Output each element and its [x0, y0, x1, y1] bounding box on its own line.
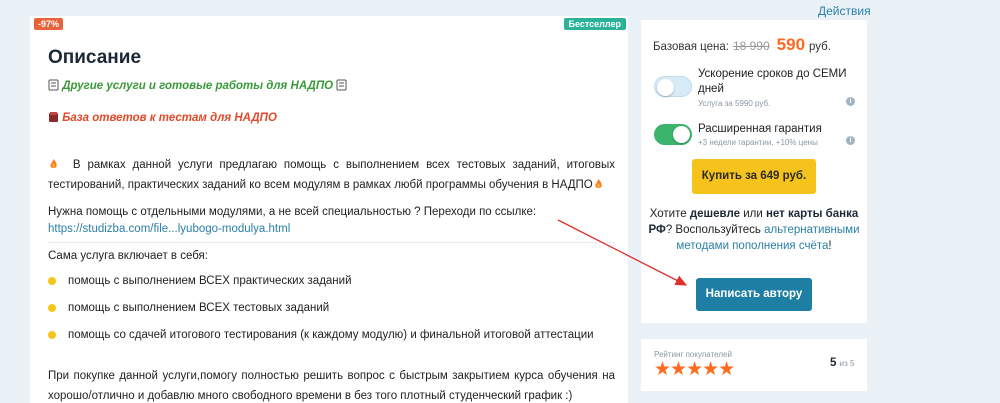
star-rating-icon: ★★★★★ [654, 359, 735, 380]
help-bold-cheaper: дешевле [689, 208, 740, 220]
fire-icon [595, 179, 602, 188]
bestseller-badge: Бестселлер [563, 18, 626, 30]
fire-icon [50, 159, 57, 168]
modules-prompt: Нужна помощь с отдельными модулями, а не… [48, 206, 537, 218]
warranty-sub: +3 недели гарантии, +10% цены [698, 138, 818, 147]
list-item: помощь с выполнением ВСЕХ тестовых задан… [48, 302, 329, 314]
help-text-part: ! [828, 240, 832, 252]
old-price: 18 990 [732, 39, 770, 53]
includes-heading: Сама услуга включает в себя: [48, 250, 208, 262]
answers-link[interactable]: База ответов к тестам для НАДПО [62, 112, 277, 124]
help-text-part: Хотите [649, 208, 690, 220]
rating-card: Рейтинг покупателей ★★★★★ 5 из 5 [641, 339, 867, 391]
speedup-label: Ускорение сроков до СЕМИ дней [698, 68, 847, 95]
answers-row[interactable]: База ответов к тестам для НАДПО [48, 110, 277, 126]
list-item: помощь с выполнением ВСЕХ практических з… [48, 275, 352, 287]
toggle-knob [657, 79, 674, 96]
list-item: помощь со сдачей итогового тестирования … [48, 329, 594, 341]
intro-sentence: В рамках данной услуги предлагаю помощь … [48, 159, 615, 191]
discount-badge: -97% [34, 18, 64, 30]
warranty-label: Расширенная гарантия [698, 123, 822, 135]
closing-text: При покупке данной услуги,помогу полност… [48, 370, 615, 402]
info-icon[interactable]: i [846, 97, 855, 106]
speedup-toggle[interactable] [654, 76, 692, 97]
modules-url-link[interactable]: https://studizba.com/file...lyubogo-modu… [48, 221, 615, 238]
bullet-dot [48, 304, 56, 312]
rating-score: 5 из 5 [830, 357, 854, 369]
divider [48, 242, 615, 243]
new-price: 590 [776, 35, 806, 54]
list-item-text: помощь с выполнением ВСЕХ тестовых задан… [68, 302, 330, 314]
bullet-dot [48, 277, 56, 285]
payment-help-text: Хотите дешевле или нет карты банка РФ? В… [647, 206, 861, 254]
other-services-row[interactable]: Другие услуги и готовые работы для НАДПО [48, 78, 347, 94]
book-icon [48, 79, 59, 91]
purchase-card: Базовая цена: 18 990 590 руб. Ускорение … [641, 20, 867, 323]
modules-block: Нужна помощь с отдельными модулями, а не… [48, 204, 615, 238]
list-item-text: помощь со сдачей итогового тестирования … [68, 329, 594, 341]
base-price-label: Базовая цена: [653, 41, 729, 53]
toggle-knob [673, 126, 690, 143]
book-icon [336, 79, 347, 91]
other-services-link[interactable]: Другие услуги и готовые работы для НАДПО [62, 80, 333, 92]
description-card: -97% Бестселлер Описание Другие услуги и… [30, 16, 628, 403]
help-text-part: или [740, 208, 766, 220]
buy-button[interactable]: Купить за 649 руб. [692, 159, 816, 194]
warranty-toggle[interactable] [654, 124, 692, 145]
speedup-sub: Услуга за 5990 руб. [698, 99, 771, 108]
rating-of: из 5 [839, 359, 855, 368]
currency-label: руб. [809, 41, 831, 53]
list-item-text: помощь с выполнением ВСЕХ практических з… [68, 275, 352, 287]
write-author-button[interactable]: Написать автору [696, 278, 812, 311]
rating-value: 5 [830, 357, 837, 369]
price-row: Базовая цена: 18 990 590 руб. [653, 35, 831, 55]
help-text-part: ? Воспользуйтесь [665, 224, 765, 236]
info-icon[interactable]: i [846, 136, 855, 145]
intro-text: В рамках данной услуги предлагаю помощь … [48, 155, 615, 195]
page-title: Описание [48, 47, 142, 68]
books-icon [49, 112, 58, 122]
actions-link[interactable]: Действия [818, 4, 871, 18]
bullet-dot [48, 331, 56, 339]
